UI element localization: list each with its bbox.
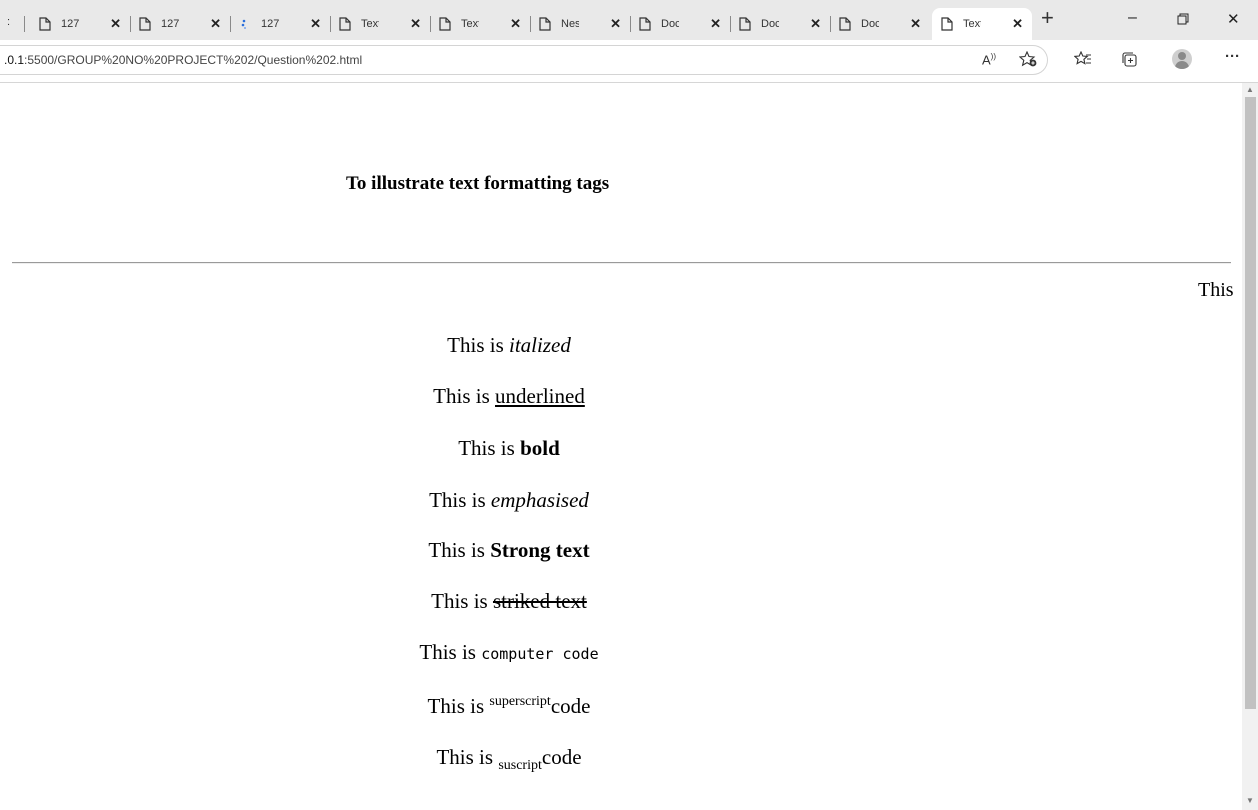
page-icon bbox=[638, 17, 652, 31]
line-prefix: This is bbox=[436, 745, 499, 769]
close-window-icon[interactable]: ✕ bbox=[1227, 10, 1240, 28]
vertical-scrollbar[interactable]: ▲ ▼ bbox=[1242, 83, 1258, 810]
line-prefix: This is bbox=[433, 384, 496, 408]
scrollbar-thumb[interactable] bbox=[1245, 97, 1256, 709]
bold-text: bold bbox=[520, 436, 560, 460]
computer-code-text: computer code bbox=[481, 645, 599, 663]
subscript-after-text: code bbox=[541, 745, 582, 769]
tab-overflow-marker: : bbox=[7, 16, 11, 28]
browser-toolbar: .0.1:5500/GROUP%20NO%20PROJECT%202/Quest… bbox=[0, 40, 1258, 83]
subscript-line: This is suscriptcode bbox=[0, 745, 1018, 774]
url-host: .0.1 bbox=[4, 53, 25, 67]
close-tab-icon[interactable]: ✕ bbox=[610, 17, 621, 30]
tab-6[interactable]: Nest ✕ bbox=[530, 8, 631, 40]
tab-8[interactable]: Docu ✕ bbox=[730, 8, 831, 40]
emphasised-text: emphasised bbox=[490, 488, 589, 512]
tab-3[interactable]: 127.0 ✕ bbox=[230, 8, 331, 40]
close-tab-icon[interactable]: ✕ bbox=[810, 17, 821, 30]
page-icon bbox=[38, 17, 52, 31]
read-aloud-icon[interactable]: A)) bbox=[982, 52, 996, 67]
page-icon bbox=[838, 17, 852, 31]
close-tab-icon[interactable]: ✕ bbox=[210, 17, 221, 30]
close-tab-icon[interactable]: ✕ bbox=[910, 17, 921, 30]
more-menu-icon[interactable]: ··· bbox=[1225, 48, 1240, 65]
strike-line: This is striked text bbox=[0, 589, 1018, 614]
page-icon bbox=[338, 17, 352, 31]
tab-separator bbox=[24, 16, 25, 32]
url-text[interactable]: .0.1:5500/GROUP%20NO%20PROJECT%202/Quest… bbox=[4, 53, 362, 67]
close-tab-icon[interactable]: ✕ bbox=[310, 17, 321, 30]
tab-4[interactable]: Text ✕ bbox=[330, 8, 431, 40]
tab-1[interactable]: 127.0 ✕ bbox=[30, 8, 131, 40]
line-prefix: This is bbox=[419, 640, 482, 664]
line-prefix: This is bbox=[428, 538, 491, 562]
horizontal-rule bbox=[12, 262, 1231, 264]
striked-text: striked text bbox=[492, 589, 587, 613]
url-path: :5500/GROUP%20NO%20PROJECT%202/Question%… bbox=[24, 53, 363, 67]
scroll-up-arrow-icon[interactable]: ▲ bbox=[1246, 85, 1254, 94]
tab-7[interactable]: Docu ✕ bbox=[630, 8, 731, 40]
page-icon bbox=[940, 17, 954, 31]
italic-text: italized bbox=[509, 333, 571, 357]
emphasis-line: This is emphasised bbox=[0, 488, 1018, 513]
superscript-after-text: code bbox=[550, 694, 591, 718]
minimize-icon[interactable]: – bbox=[1128, 9, 1137, 27]
favorites-icon[interactable] bbox=[1073, 50, 1092, 70]
new-tab-icon[interactable]: + bbox=[1041, 7, 1054, 29]
close-tab-icon[interactable]: ✕ bbox=[710, 17, 721, 30]
tab-label: Docu bbox=[861, 18, 879, 30]
tab-5[interactable]: Text ✕ bbox=[430, 8, 531, 40]
page-heading: To illustrate text formatting tags bbox=[346, 173, 610, 194]
italic-line: This is italized bbox=[0, 333, 1018, 358]
address-bar[interactable]: .0.1:5500/GROUP%20NO%20PROJECT%202/Quest… bbox=[0, 45, 1048, 75]
add-favorite-icon[interactable] bbox=[1018, 50, 1037, 70]
line-prefix: This is bbox=[431, 589, 493, 613]
tab-strip: : 127.0 ✕ 127.0 ✕ 127.0 ✕ Text ✕ Text ✕ … bbox=[0, 0, 1258, 40]
underlined-text: underlined bbox=[495, 384, 585, 408]
page-icon bbox=[538, 17, 552, 31]
superscript-text: superscript bbox=[489, 694, 551, 709]
close-tab-icon[interactable]: ✕ bbox=[110, 17, 121, 30]
scroll-down-arrow-icon[interactable]: ▼ bbox=[1246, 796, 1254, 805]
tab-active[interactable]: Text ✕ bbox=[932, 8, 1032, 40]
tab-label: Docu bbox=[661, 18, 679, 30]
marquee-text: This bbox=[1198, 279, 1234, 301]
tab-label: Text bbox=[361, 18, 379, 30]
tab-label: 127.0 bbox=[261, 18, 279, 30]
page-icon bbox=[738, 17, 752, 31]
subscript-text: suscript bbox=[498, 758, 542, 774]
tab-9[interactable]: Docu ✕ bbox=[830, 8, 930, 40]
tab-label: 127.0 bbox=[161, 18, 179, 30]
line-prefix: This is bbox=[429, 488, 491, 512]
line-prefix: This is bbox=[458, 436, 521, 460]
profile-avatar-icon[interactable] bbox=[1172, 49, 1192, 69]
line-prefix: This is bbox=[427, 694, 490, 718]
tab-label: Text bbox=[963, 18, 981, 30]
restore-icon[interactable] bbox=[1177, 12, 1189, 30]
code-line: This is computer code bbox=[0, 640, 1018, 665]
bold-line: This is bold bbox=[0, 436, 1018, 461]
line-prefix: This is bbox=[447, 333, 509, 357]
tab-label: 127.0 bbox=[61, 18, 79, 30]
strong-text: Strong text bbox=[490, 538, 590, 562]
tab-label: Nest bbox=[561, 18, 579, 30]
collections-icon[interactable] bbox=[1121, 51, 1138, 71]
tab-2[interactable]: 127.0 ✕ bbox=[130, 8, 231, 40]
strong-line: This is Strong text bbox=[0, 538, 1018, 563]
close-tab-icon[interactable]: ✕ bbox=[510, 17, 521, 30]
tab-label: Docu bbox=[761, 18, 779, 30]
page-icon bbox=[438, 17, 452, 31]
page-content: To illustrate text formatting tags This … bbox=[0, 83, 1242, 810]
underline-line: This is underlined bbox=[0, 384, 1018, 409]
tab-label: Text bbox=[461, 18, 479, 30]
close-tab-icon[interactable]: ✕ bbox=[410, 17, 421, 30]
loading-spinner-icon bbox=[238, 17, 252, 31]
page-icon bbox=[138, 17, 152, 31]
close-tab-icon[interactable]: ✕ bbox=[1012, 17, 1023, 30]
superscript-line: This is superscriptcode bbox=[0, 694, 1018, 719]
